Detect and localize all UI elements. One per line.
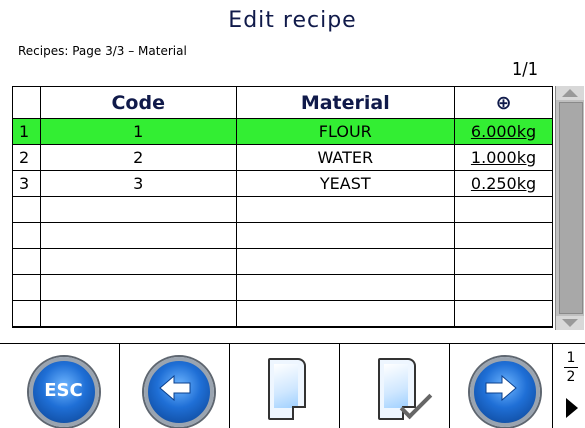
row-quantity: 0.250kg	[454, 170, 553, 197]
row-code: 1	[39, 118, 237, 145]
page-title: Edit recipe	[228, 8, 357, 33]
softkey-page-total: 2	[566, 369, 576, 385]
scroll-thumb[interactable]	[559, 102, 583, 314]
row-index: 2	[12, 144, 41, 171]
page-indicator: 1/1	[511, 59, 538, 80]
row-quantity: 6.000kg	[454, 118, 553, 145]
arrow-right-icon	[470, 357, 540, 427]
table-row[interactable]: 2 2 WATER 1.000kg	[12, 144, 553, 171]
table-scrollbar[interactable]	[555, 86, 584, 330]
breadcrumb: Recipes: Page 3/3 – Material	[18, 44, 187, 58]
recipe-table: Code Material ⊕ 1 1 FLOUR 6.000kg 2 2 WA…	[12, 86, 553, 328]
table-row-empty[interactable]	[12, 222, 553, 249]
scroll-up-arrow-icon[interactable]	[556, 86, 584, 100]
row-material: YEAST	[235, 170, 456, 197]
arrow-left-icon	[143, 357, 214, 427]
esc-label: ESC	[44, 380, 83, 401]
softkey-page-current: 1	[566, 350, 576, 366]
row-material: WATER	[235, 144, 456, 171]
esc-button[interactable]: ESC	[0, 344, 120, 428]
next-page-icon[interactable]	[566, 398, 578, 418]
table-row-empty[interactable]	[12, 196, 553, 223]
row-material: FLOUR	[235, 118, 456, 145]
row-code: 2	[39, 144, 237, 171]
row-code: 3	[39, 170, 237, 197]
table-header: Code Material ⊕	[12, 86, 553, 119]
edit-button[interactable]	[340, 344, 450, 428]
esc-icon: ESC	[28, 357, 99, 427]
table-row-empty[interactable]	[12, 274, 553, 301]
softkey-bar: ESC	[0, 344, 585, 428]
row-quantity-value: 1.000kg	[470, 147, 537, 167]
row-quantity-value: 0.250kg	[470, 173, 537, 193]
column-header-quantity: ⊕	[454, 86, 553, 119]
column-header-index	[12, 86, 41, 119]
forward-button[interactable]	[450, 344, 553, 428]
scroll-down-arrow-icon[interactable]	[556, 316, 584, 330]
column-header-code: Code	[39, 86, 237, 119]
row-quantity-value: 6.000kg	[470, 121, 537, 141]
new-button[interactable]	[230, 344, 340, 428]
column-header-material: Material	[235, 86, 456, 119]
row-index: 1	[12, 118, 41, 145]
table-row[interactable]: 1 1 FLOUR 6.000kg	[12, 118, 553, 145]
row-quantity: 1.000kg	[454, 144, 553, 171]
softkey-page-indicator[interactable]: 1 2	[560, 350, 582, 385]
table-row[interactable]: 3 3 YEAST 0.250kg	[12, 170, 553, 197]
back-button[interactable]	[120, 344, 230, 428]
table-row-empty[interactable]	[12, 300, 553, 327]
table-row-empty[interactable]	[12, 248, 553, 275]
new-document-icon	[267, 358, 306, 420]
screen: Edit recipe Recipes: Page 3/3 – Material…	[0, 0, 585, 428]
row-index: 3	[12, 170, 41, 197]
